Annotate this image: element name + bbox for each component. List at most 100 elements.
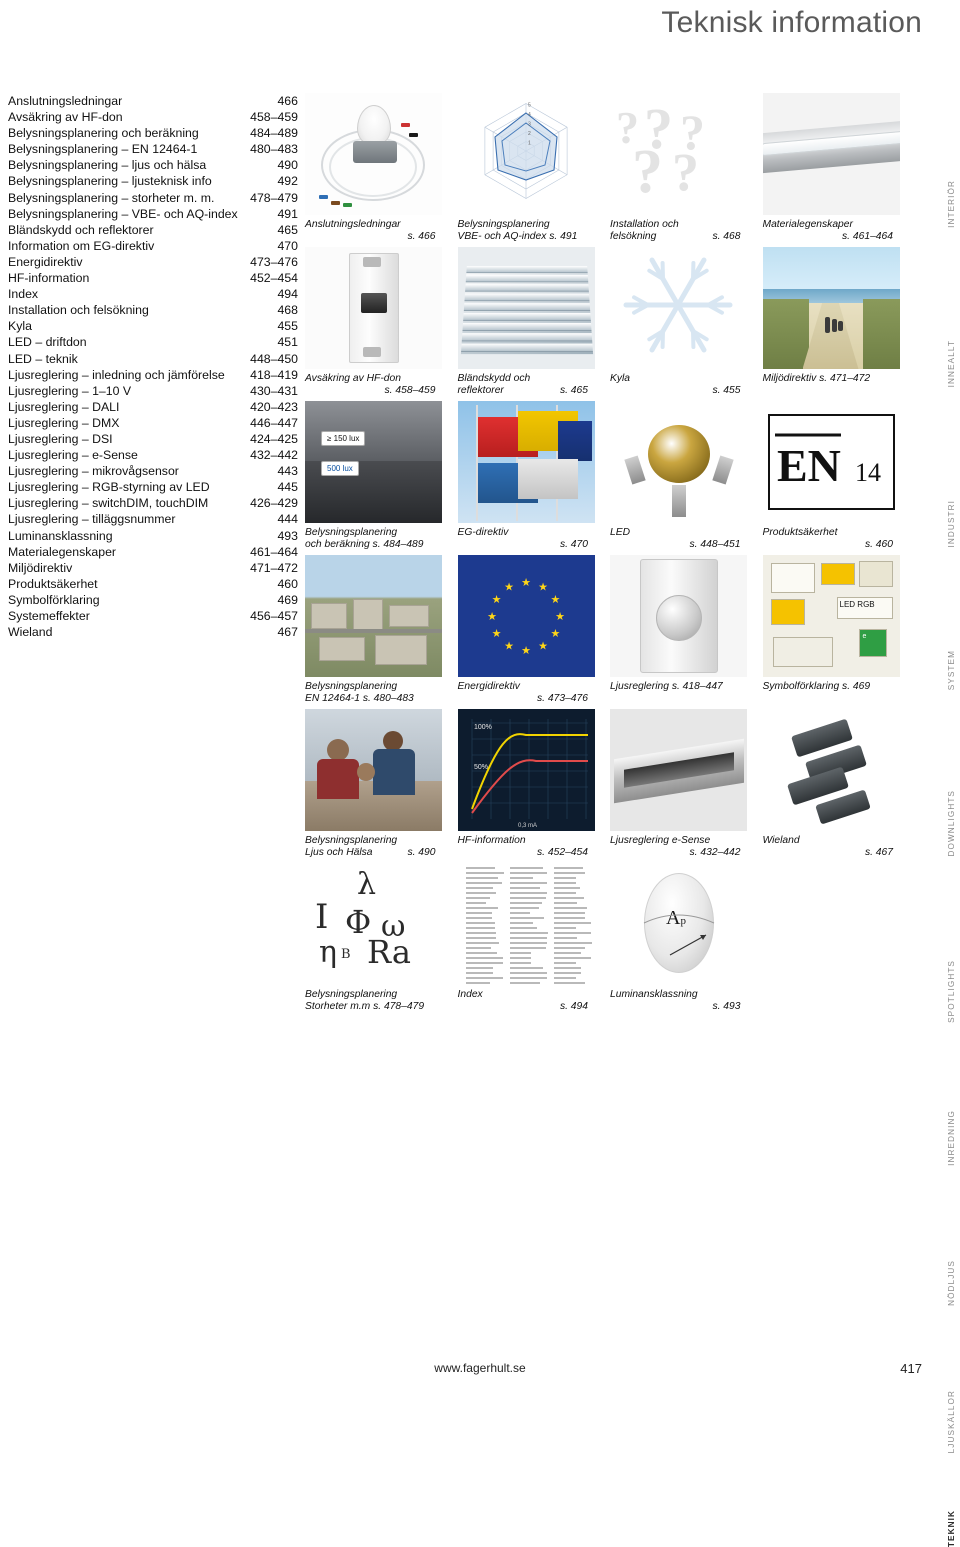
thumbnail-cell[interactable]: ★★★★★★★★★★★★ Energidirektivs. 473–476 [458,555,611,709]
toc-entry[interactable]: Miljödirektiv471–472 [8,560,298,576]
thumbnail-image[interactable]: LED RGB e [763,555,900,677]
toc-entry[interactable]: LED – teknik448–450 [8,351,298,367]
caption-page-reference: s. 465 [560,385,588,397]
thumbnail-cell[interactable]: ? ? ? ? ? Installation ochfelsöknings. 4… [610,93,763,247]
thumbnail-cell[interactable]: Materialegenskapers. 461–464 [763,93,916,247]
thumbnail-image[interactable]: ? ? ? ? ? [610,93,747,215]
toc-entry[interactable]: Ljusreglering – RGB-styrning av LED445 [8,479,298,495]
toc-entry[interactable]: Belysningsplanering – EN 12464-1480–483 [8,141,298,157]
thumbnail-image[interactable] [610,555,747,677]
toc-entry[interactable]: Materialegenskaper461–464 [8,544,298,560]
toc-entry[interactable]: Ljusreglering – inledning och jämförelse… [8,367,298,383]
toc-entry[interactable]: Avsäkring av HF-don458–459 [8,109,298,125]
section-tab[interactable]: NÖDLJUS [947,1260,956,1306]
thumbnail-image[interactable] [458,401,595,523]
thumbnail-caption: Bländskydd ochreflektorers. 465 [458,373,601,401]
thumbnail-cell[interactable]: Ljusreglering s. 418–447 [610,555,763,709]
thumbnail-cell[interactable]: Ljusreglering e-Senses. 432–442 [610,709,763,863]
toc-entry[interactable]: Installation och felsökning468 [8,302,298,318]
thumbnail-image[interactable]: λ I Φ ω η B Ra [305,863,442,985]
thumbnail-image[interactable] [610,401,747,523]
thumbnail-cell[interactable]: Avsäkring av HF-dons. 458–459 [305,247,458,401]
toc-entry[interactable]: Belysningsplanering – storheter m. m.478… [8,190,298,206]
toc-entry[interactable]: Symbolförklaring469 [8,592,298,608]
thumbnail-cell[interactable]: LEDs. 448–451 [610,401,763,555]
toc-entry[interactable]: Belysningsplanering – VBE- och AQ-index4… [8,206,298,222]
toc-entry[interactable]: Ljusreglering – e-Sense432–442 [8,447,298,463]
thumbnail-image[interactable] [610,247,747,369]
svg-text:★: ★ [550,627,560,640]
thumbnail-cell[interactable]: 100% 50% 0,3 mA HF-informations. 452–454 [458,709,611,863]
thumbnail-image[interactable] [305,93,442,215]
thumbnail-cell[interactable]: EN 14 Produktsäkerhets. 460 [763,401,916,555]
thumbnail-cell[interactable]: Kylas. 455 [610,247,763,401]
thumbnail-image[interactable] [458,247,595,369]
thumbnail-image[interactable] [305,247,442,369]
thumbnail-image[interactable] [305,709,442,831]
thumbnail-cell[interactable]: Anslutningsledningars. 466 [305,93,458,247]
thumbnail-cell[interactable]: 12345 BelysningsplaneringVBE- och AQ-ind… [458,93,611,247]
caption-page-reference: s. 461–464 [842,231,893,243]
thumbnail-cell[interactable]: BelysningsplaneringEN 12464-1 s. 480–483 [305,555,458,709]
thumbnail-cell[interactable]: Ap Luminansklassnings. 493 [610,863,763,1017]
thumbnail-image[interactable]: 100% 50% 0,3 mA [458,709,595,831]
toc-entry[interactable]: HF-information452–454 [8,270,298,286]
toc-entry[interactable]: Anslutningsledningar466 [8,93,298,109]
toc-entry-label: Ljusreglering – inledning och jämförelse [8,367,225,383]
toc-entry[interactable]: Belysningsplanering – ljusteknisk info49… [8,173,298,189]
thumbnail-cell[interactable]: ≥ 150 lux 500 lux Belysningsplaneringoch… [305,401,458,555]
thumbnail-cell[interactable]: Wielands. 467 [763,709,916,863]
thumbnail-cell[interactable]: λ I Φ ω η B Ra BelysningsplaneringStorhe… [305,863,458,1017]
toc-entry[interactable]: Bländskydd och reflektorer465 [8,222,298,238]
toc-entry[interactable]: Ljusreglering – 1–10 V430–431 [8,383,298,399]
section-tab[interactable]: INREDNING [947,1110,956,1166]
thumbnail-image[interactable] [610,709,747,831]
thumbnail-image[interactable] [763,93,900,215]
toc-entry[interactable]: Luminansklassning493 [8,528,298,544]
toc-entry[interactable]: Index494 [8,286,298,302]
section-tab[interactable]: INNEALLT [947,340,956,387]
thumbnail-image[interactable]: 12345 [458,93,595,215]
toc-entry[interactable]: Kyla455 [8,318,298,334]
svg-text:★: ★ [491,593,501,606]
toc-entry[interactable]: Energidirektiv473–476 [8,254,298,270]
toc-entry[interactable]: LED – driftdon451 [8,334,298,350]
toc-entry-pages: 460 [277,576,298,592]
toc-entry[interactable]: Ljusreglering – DMX446–447 [8,415,298,431]
thumbnail-cell[interactable]: Miljödirektiv s. 471–472 [763,247,916,401]
thumbnail-image[interactable]: ≥ 150 lux 500 lux [305,401,442,523]
thumbnail-image[interactable] [763,247,900,369]
section-tab[interactable]: DOWNLIGHTS [947,790,956,857]
section-tab[interactable]: SYSTEM [947,650,956,690]
toc-entry[interactable]: Belysningsplanering och beräkning484–489 [8,125,298,141]
toc-entry[interactable]: Belysningsplanering – ljus och hälsa490 [8,157,298,173]
toc-entry[interactable]: Ljusreglering – switchDIM, touchDIM426–4… [8,495,298,511]
toc-entry[interactable]: Produktsäkerhet460 [8,576,298,592]
thumbnail-image[interactable] [458,863,595,985]
thumbnail-image[interactable] [305,555,442,677]
toc-entry-label: Belysningsplanering – ljus och hälsa [8,157,206,173]
thumbnail-cell[interactable]: BelysningsplaneringLjus och Hälsas. 490 [305,709,458,863]
thumbnail-cell[interactable]: Indexs. 494 [458,863,611,1017]
thumbnail-cell[interactable]: Bländskydd ochreflektorers. 465 [458,247,611,401]
toc-entry[interactable]: Information om EG-direktiv470 [8,238,298,254]
toc-entry[interactable]: Wieland467 [8,624,298,640]
toc-entry[interactable]: Ljusreglering – DALI420–423 [8,399,298,415]
toc-entry[interactable]: Ljusreglering – mikrovågsensor443 [8,463,298,479]
thumbnail-cell[interactable]: LED RGB e Symbolförklaring s. 469 [763,555,916,709]
toc-entry[interactable]: Ljusreglering – DSI424–425 [8,431,298,447]
thumbnail-cell[interactable]: EG-direktivs. 470 [458,401,611,555]
section-tab[interactable]: TEKNIK [947,1510,956,1547]
toc-entry[interactable]: Systemeffekter456–457 [8,608,298,624]
toc-entry-pages: 432–442 [250,447,298,463]
thumbnail-image[interactable]: ★★★★★★★★★★★★ [458,555,595,677]
thumbnail-image[interactable]: Ap [610,863,747,985]
thumbnail-image[interactable]: EN 14 [763,401,900,523]
section-tab[interactable]: SPOTLIGHTS [947,960,956,1023]
section-tab[interactable]: INDUSTRI [947,500,956,547]
thumbnail-caption: EG-direktivs. 470 [458,527,601,555]
thumbnail-image[interactable] [763,709,900,831]
toc-entry[interactable]: Ljusreglering – tilläggsnummer444 [8,511,298,527]
section-tab[interactable]: INTERIÖR [947,180,956,228]
section-tab[interactable]: LJUSKÄLLOR [947,1390,956,1453]
